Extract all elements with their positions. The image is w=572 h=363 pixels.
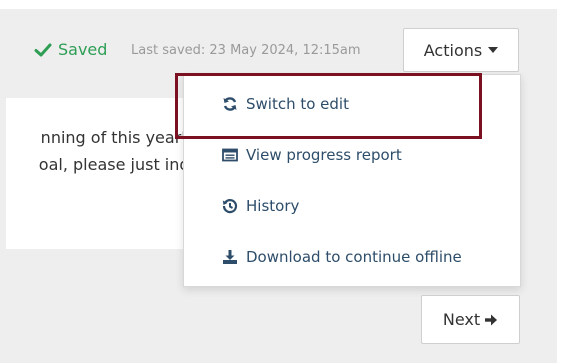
menu-item-download-offline[interactable]: Download to continue offline: [222, 248, 462, 266]
next-button[interactable]: Next: [421, 295, 520, 344]
history-icon: [222, 199, 238, 214]
actions-label: Actions: [423, 40, 483, 60]
menu-item-history[interactable]: History: [222, 197, 299, 215]
saved-status: Saved: [34, 40, 107, 59]
content-panel: nning of this year's oal, please just in…: [6, 98, 210, 249]
menu-item-label: Download to continue offline: [246, 248, 462, 266]
menu-item-label: History: [246, 197, 300, 215]
arrow-right-icon: [485, 314, 498, 325]
last-saved-timestamp: Last saved: 23 May 2024, 12:15am: [131, 43, 361, 58]
refresh-icon: [223, 97, 237, 111]
actions-menu: Switch to edit View progress report Hist…: [183, 74, 521, 287]
content-text-line: nning of this year's: [40, 128, 194, 147]
saved-label: Saved: [58, 40, 108, 59]
content-text-line: oal, please just indi: [38, 155, 194, 174]
menu-item-label: Switch to edit: [246, 95, 349, 113]
menu-item-label: View progress report: [246, 146, 402, 164]
menu-item-view-progress-report[interactable]: View progress report: [222, 146, 402, 164]
caret-down-icon: [488, 47, 499, 53]
report-icon: [222, 148, 238, 162]
download-icon: [223, 250, 237, 264]
checkmark-icon: [34, 43, 52, 56]
actions-dropdown-button[interactable]: Actions: [403, 28, 519, 72]
next-label: Next: [442, 310, 481, 329]
menu-item-switch-to-edit[interactable]: Switch to edit: [222, 95, 349, 113]
